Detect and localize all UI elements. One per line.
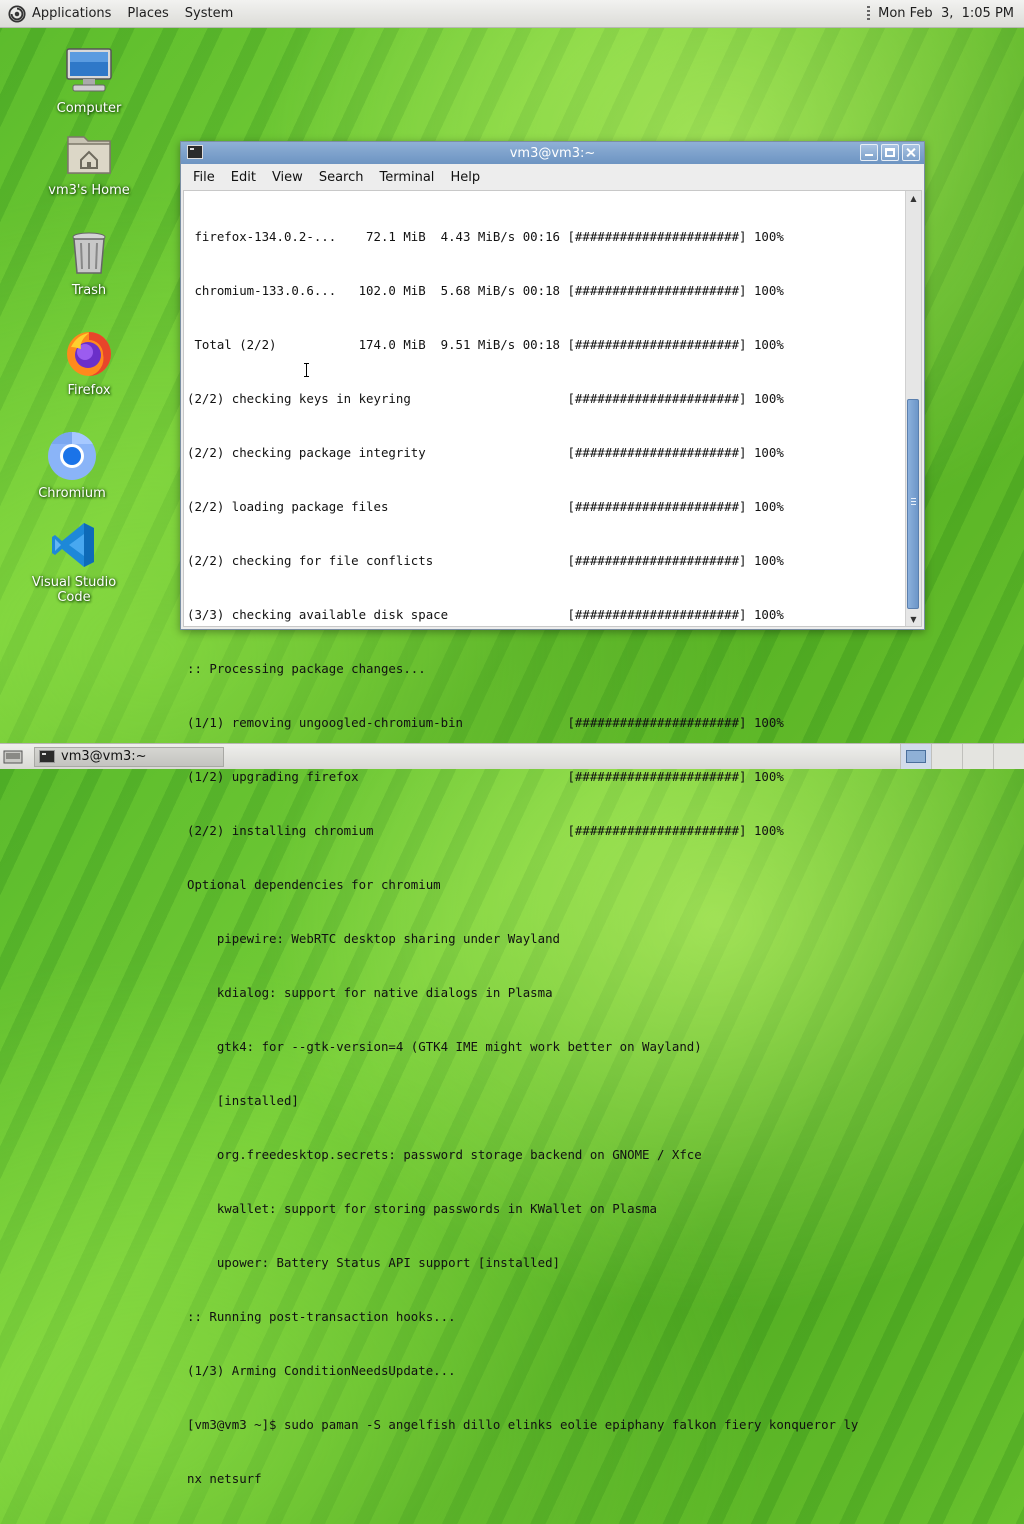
desktop-icon-firefox[interactable]: Firefox (29, 327, 149, 398)
trash-icon (72, 232, 106, 274)
workspace-4[interactable] (993, 744, 1024, 769)
places-menu[interactable]: Places (119, 0, 176, 27)
terminal-line: kwallet: support for storing passwords i… (187, 1201, 657, 1216)
terminal-line: :: Running post-transaction hooks... (187, 1309, 456, 1324)
terminal-line: (1/1) removing ungoogled-chromium-bin [#… (187, 715, 784, 730)
desktop-icon-label: Chromium (38, 486, 106, 501)
panel-handle-icon[interactable] (867, 5, 871, 22)
menu-file[interactable]: File (185, 170, 223, 185)
terminal-task-icon (39, 750, 55, 763)
clock[interactable]: Mon Feb 3, 1:05 PM (878, 6, 1014, 21)
show-desktop-button[interactable] (2, 748, 24, 766)
terminal-line: org.freedesktop.secrets: password storag… (187, 1147, 702, 1162)
window-menubar: File Edit View Search Terminal Help (181, 164, 924, 190)
terminal-line: (1/2) upgrading firefox [###############… (187, 769, 784, 784)
terminal-output[interactable]: firefox-134.0.2-... 72.1 MiB 4.43 MiB/s … (183, 190, 922, 1486)
terminal-line: pipewire: WebRTC desktop sharing under W… (187, 931, 560, 946)
desktop-icon-computer[interactable]: Computer (29, 45, 149, 116)
bottom-panel: vm3@vm3:~ (0, 743, 1024, 769)
desktop-icon-label: Trash (71, 283, 107, 298)
terminal-line: firefox-134.0.2-... 72.1 MiB 4.43 MiB/s … (187, 229, 784, 244)
menu-help[interactable]: Help (442, 170, 488, 185)
text-cursor-icon (304, 363, 310, 377)
terminal-window[interactable]: vm3@vm3:~ File Edit View Search Terminal… (180, 141, 925, 1486)
workspace-1[interactable] (900, 744, 931, 769)
taskbar-terminal-label: vm3@vm3:~ (61, 749, 147, 764)
terminal-line: (2/2) checking for file conflicts [#####… (187, 553, 784, 568)
terminal-line: (2/2) loading package files [###########… (187, 499, 784, 514)
system-menu[interactable]: System (177, 0, 241, 27)
desktop-icon-trash[interactable]: Trash (29, 227, 149, 298)
show-desktop-icon (3, 750, 23, 763)
terminal-line: chromium-133.0.6... 102.0 MiB 5.68 MiB/s… (187, 283, 784, 298)
desktop-icon-label: Visual Studio Code (31, 575, 117, 605)
scrollbar-thumb[interactable] (907, 399, 919, 609)
terminal-line: (3/3) checking available disk space [###… (187, 607, 784, 622)
applications-menu-label: Applications (32, 6, 112, 21)
terminal-app-icon[interactable] (187, 145, 203, 159)
desktop-icon-label: vm3's Home (48, 183, 130, 198)
top-panel: Applications Places System Mon Feb 3, 1:… (0, 0, 1024, 28)
scroll-down-arrow-icon[interactable]: ▼ (906, 612, 921, 626)
close-button[interactable] (902, 144, 920, 161)
desktop-icon-vscode[interactable]: Visual Studio Code (14, 519, 134, 605)
workspace-switcher (900, 744, 1024, 769)
taskbar-terminal-button[interactable]: vm3@vm3:~ (34, 746, 224, 767)
system-menu-label: System (184, 6, 234, 21)
window-titlebar[interactable]: vm3@vm3:~ (181, 142, 924, 164)
terminal-line: kdialog: support for native dialogs in P… (187, 985, 553, 1000)
menu-terminal[interactable]: Terminal (371, 170, 442, 185)
workspace-2[interactable] (931, 744, 962, 769)
desktop-icon-home[interactable]: vm3's Home (29, 127, 149, 198)
maximize-button[interactable] (881, 144, 899, 161)
desktop-icon-label: Computer (56, 101, 122, 116)
panel-right-area: Mon Feb 3, 1:05 PM (867, 0, 1024, 27)
workspace-3[interactable] (962, 744, 993, 769)
terminal-line: Total (2/2) 174.0 MiB 9.51 MiB/s 00:18 [… (187, 337, 784, 352)
terminal-line: (1/3) Arming ConditionNeedsUpdate... (187, 1363, 456, 1378)
terminal-prompt-line: [vm3@vm3 ~]$ sudo paman -S angelfish dil… (187, 1417, 859, 1432)
chromium-icon (48, 432, 96, 480)
scroll-up-arrow-icon[interactable]: ▲ (906, 191, 921, 205)
menu-view[interactable]: View (264, 170, 311, 185)
minimize-button[interactable] (860, 144, 878, 161)
menu-search[interactable]: Search (311, 170, 372, 185)
home-folder-icon (67, 136, 111, 174)
firefox-icon (67, 332, 111, 376)
terminal-scrollbar[interactable]: ▲ ▼ (905, 191, 921, 626)
terminal-line: (2/2) installing chromium [#############… (187, 823, 784, 838)
vscode-icon (52, 523, 94, 567)
terminal-line: gtk4: for --gtk-version=4 (GTK4 IME migh… (187, 1039, 702, 1054)
terminal-line: upower: Battery Status API support [inst… (187, 1255, 560, 1270)
desktop-icon-label: Firefox (67, 383, 111, 398)
places-menu-label: Places (127, 6, 169, 21)
applications-menu[interactable]: Applications (0, 0, 119, 27)
terminal-line: (2/2) checking keys in keyring [########… (187, 391, 784, 406)
terminal-prompt-line: nx netsurf (187, 1471, 262, 1486)
terminal-line: Optional dependencies for chromium (187, 877, 441, 892)
terminal-text: firefox-134.0.2-... 72.1 MiB 4.43 MiB/s … (187, 192, 909, 1524)
computer-icon (66, 48, 112, 92)
desktop-icon-chromium[interactable]: Chromium (12, 430, 132, 501)
terminal-line: (2/2) checking package integrity [######… (187, 445, 784, 460)
terminal-line: :: Processing package changes... (187, 661, 426, 676)
applications-logo-icon (8, 4, 26, 23)
window-title: vm3@vm3:~ (509, 145, 596, 161)
menu-edit[interactable]: Edit (223, 170, 264, 185)
terminal-line: [installed] (187, 1093, 299, 1108)
